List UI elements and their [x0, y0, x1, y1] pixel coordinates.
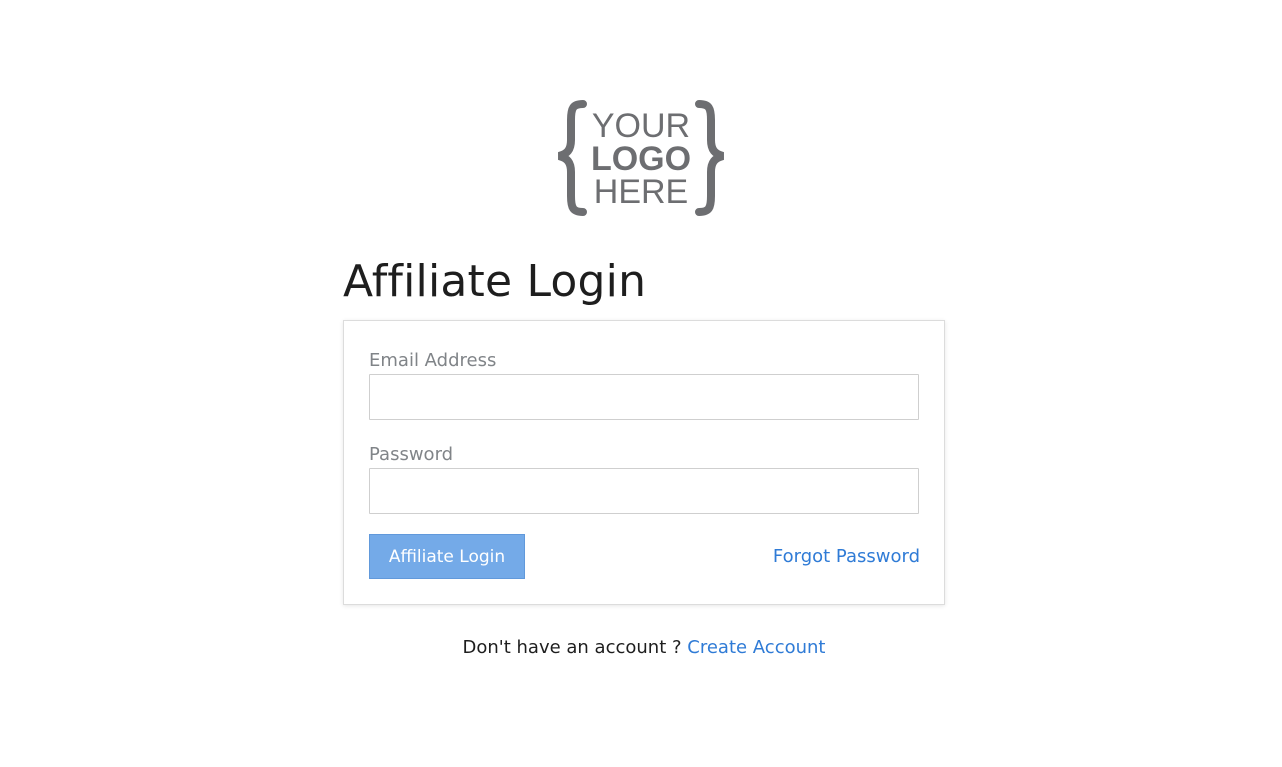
- right-brace-icon: [695, 100, 725, 216]
- left-brace-icon: [557, 100, 587, 216]
- page-title: Affiliate Login: [343, 256, 647, 307]
- login-form-card: Email Address Password Affiliate Login F…: [343, 320, 945, 605]
- signup-prompt: Don't have an account ?: [462, 637, 688, 658]
- password-label: Password: [369, 444, 454, 465]
- logo: YOUR LOGO HERE: [555, 98, 727, 220]
- email-label: Email Address: [369, 350, 497, 371]
- signup-row: Don't have an account ? Create Account: [0, 636, 1282, 660]
- affiliate-login-button[interactable]: Affiliate Login: [369, 534, 525, 579]
- logo-line-3: HERE: [594, 173, 688, 211]
- email-field[interactable]: [369, 374, 919, 420]
- create-account-link[interactable]: Create Account: [687, 637, 825, 658]
- forgot-password-link[interactable]: Forgot Password: [773, 545, 920, 569]
- logo-graphic: YOUR LOGO HERE: [557, 100, 725, 216]
- password-field[interactable]: [369, 468, 919, 514]
